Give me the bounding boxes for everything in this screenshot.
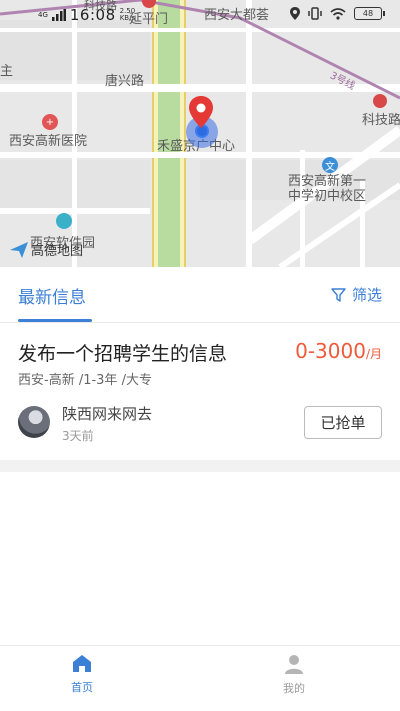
signal-icon (51, 9, 66, 21)
park-icon (56, 213, 72, 229)
nav-mine-label: 我的 (283, 682, 305, 695)
amap-logo: 高德地图 (10, 240, 83, 259)
map-label-left-edge: 主 (0, 64, 14, 79)
tab-active-indicator (18, 319, 92, 322)
metro-station-icon (373, 94, 387, 108)
nav-home-label: 首页 (71, 681, 93, 694)
tab-bar: 最新信息 筛选 (0, 267, 400, 323)
map-pin-icon[interactable] (189, 96, 213, 128)
map-label-tangxing-road: 唐兴路 (105, 74, 145, 89)
battery-icon: 48 (354, 7, 385, 20)
filter-button[interactable]: 筛选 (331, 284, 382, 305)
network-type: 4G (38, 11, 48, 19)
hospital-icon: + (42, 114, 58, 130)
grabbed-order-button[interactable]: 已抢单 (304, 406, 382, 439)
map-label-hospital: 西安高新医院 (9, 134, 88, 149)
profile-icon (285, 655, 303, 674)
nav-home[interactable]: 首页 (42, 654, 122, 695)
job-salary: 0-3000/月 (295, 339, 382, 363)
job-meta: 西安-高新 /1-3年 /大专 (18, 373, 152, 388)
map-label-xian-dadu: 西安大都荟 (204, 8, 270, 23)
avatar (18, 406, 50, 438)
vibrate-icon (308, 7, 322, 20)
job-card[interactable]: 发布一个招聘学生的信息 0-3000/月 西安-高新 /1-3年 /大专 陕西网… (0, 323, 400, 460)
map-label-yanpingmen: 延平门 (129, 12, 169, 27)
bottom-nav: 首页 我的 (0, 645, 400, 711)
post-time: 3天前 (62, 429, 94, 443)
section-divider (0, 460, 400, 472)
filter-icon (331, 287, 346, 302)
job-title: 发布一个招聘学生的信息 (18, 343, 228, 365)
tab-latest-info[interactable]: 最新信息 (18, 283, 86, 308)
home-icon (73, 655, 91, 672)
map-view[interactable]: 4G 16:08 2.50 KB/s 48 科技路 延平门 西安大都荟 主 唐兴… (0, 0, 400, 267)
location-status-icon (290, 7, 300, 20)
nav-mine[interactable]: 我的 (254, 654, 334, 696)
amap-logo-icon (10, 241, 28, 258)
filter-label: 筛选 (351, 286, 382, 304)
map-label-top-road: 科技路 (84, 0, 117, 12)
company-name: 陕西网来网去 (62, 405, 153, 423)
school-icon: 文 (322, 157, 338, 173)
map-label-school: 西安高新第一 中学初中校区 (288, 174, 367, 204)
status-bar: 4G 16:08 2.50 KB/s 48 (0, 0, 400, 28)
map-label-keji-station: 科技路 (362, 113, 400, 128)
wifi-icon (330, 7, 346, 20)
